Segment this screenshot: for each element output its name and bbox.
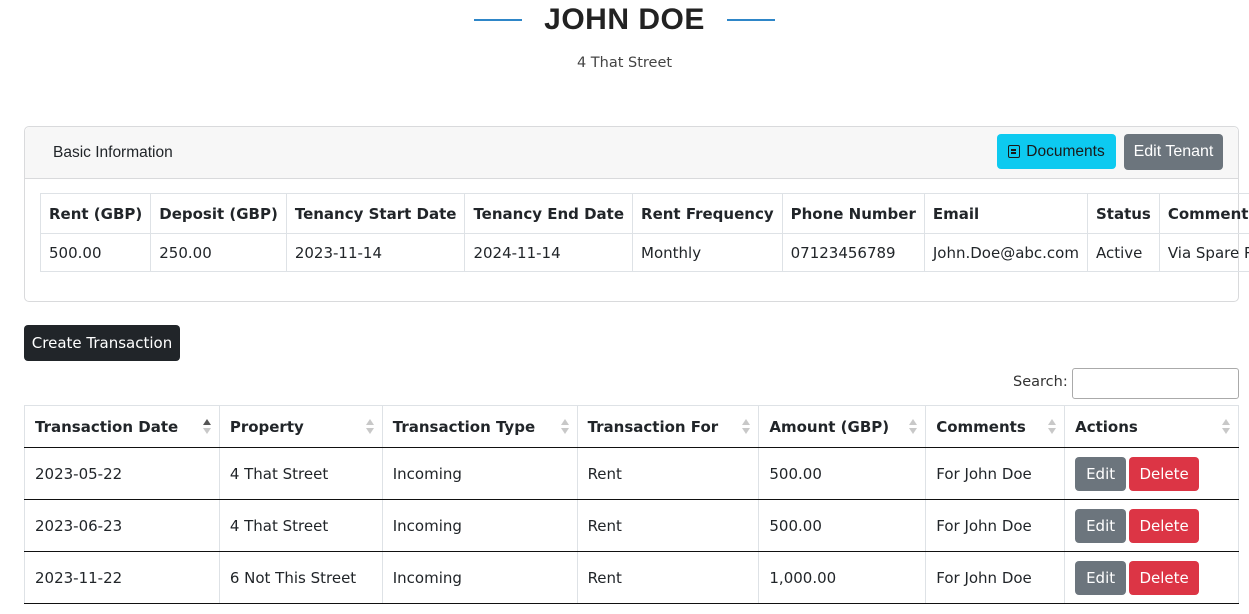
- deposit-value: 250.00: [150, 233, 287, 272]
- column-header-rent-frequency: Rent Frequency: [632, 193, 783, 234]
- document-edit-icon: [1008, 145, 1021, 158]
- card-title: Basic Information: [53, 144, 173, 161]
- transaction-date-cell: 2023-06-23: [24, 499, 220, 552]
- page-header: JOHN DOE 4 That Street: [0, 0, 1249, 71]
- column-header-email: Email: [923, 193, 1088, 234]
- delete-button[interactable]: Delete: [1129, 456, 1200, 491]
- table-row: 2023-05-22 4 That Street Incoming Rent 5…: [24, 447, 1239, 500]
- table-row: 2023-06-23 4 That Street Incoming Rent 5…: [24, 499, 1239, 552]
- column-header-label: Transaction Date: [35, 417, 179, 436]
- column-header-phone: Phone Number: [781, 193, 925, 234]
- tenancy-start-value: 2023-11-14: [285, 233, 466, 272]
- create-transaction-button[interactable]: Create Transaction: [24, 325, 180, 361]
- delete-button[interactable]: Delete: [1129, 508, 1200, 543]
- tenant-info-table: Rent (GBP) Deposit (GBP) Tenancy Start D…: [39, 193, 1249, 272]
- amount-cell: 1,000.00: [758, 551, 927, 604]
- column-header-tenancy-end: Tenancy End Date: [464, 193, 634, 234]
- column-header-deposit: Deposit (GBP): [150, 193, 287, 234]
- column-header-label: Transaction Type: [392, 417, 536, 436]
- column-header-comments: Comments: [1158, 193, 1249, 234]
- property-cell: 4 That Street: [218, 499, 383, 552]
- column-header-transaction-for[interactable]: Transaction For: [576, 405, 760, 448]
- actions-cell: Edit Delete: [1064, 499, 1239, 552]
- status-value: Active: [1086, 233, 1160, 272]
- page-title: JOHN DOE: [544, 3, 705, 36]
- sort-icon: [1048, 419, 1057, 435]
- amount-cell: 500.00: [758, 447, 927, 500]
- comments-value: Via Spare Room: [1158, 233, 1249, 272]
- delete-button[interactable]: Delete: [1129, 560, 1200, 595]
- column-header-tenancy-start: Tenancy Start Date: [285, 193, 466, 234]
- phone-value: 07123456789: [781, 233, 925, 272]
- comments-cell: For John Doe: [925, 499, 1066, 552]
- tenancy-end-value: 2024-11-14: [464, 233, 634, 272]
- transaction-date-cell: 2023-05-22: [24, 447, 220, 500]
- tenant-address: 4 That Street: [576, 55, 673, 71]
- comments-cell: For John Doe: [925, 551, 1066, 604]
- column-header-label: Amount (GBP): [769, 417, 890, 436]
- comments-cell: For John Doe: [925, 447, 1066, 500]
- documents-button[interactable]: Documents: [997, 134, 1116, 169]
- sort-ascending-icon: [202, 419, 211, 435]
- column-header-label: Comments: [936, 417, 1026, 436]
- transaction-type-cell: Incoming: [381, 551, 578, 604]
- documents-button-label: Documents: [1026, 142, 1105, 160]
- transaction-for-cell: Rent: [576, 551, 760, 604]
- column-header-rent: Rent (GBP): [39, 193, 152, 234]
- transactions-header-row: Transaction Date Property Transaction Ty…: [24, 405, 1239, 448]
- rent-frequency-value: Monthly: [632, 233, 783, 272]
- transaction-for-cell: Rent: [576, 499, 760, 552]
- column-header-transaction-date[interactable]: Transaction Date: [24, 405, 220, 448]
- rent-value: 500.00: [39, 233, 152, 272]
- transactions-table: Transaction Date Property Transaction Ty…: [24, 405, 1239, 604]
- column-header-label: Actions: [1075, 417, 1138, 436]
- transaction-for-cell: Rent: [576, 447, 760, 500]
- edit-button[interactable]: Edit: [1075, 508, 1127, 543]
- search-label: Search:: [1013, 374, 1068, 390]
- sort-icon: [742, 419, 751, 435]
- basic-information-card: Basic Information Documents Edit Tenant …: [24, 126, 1249, 302]
- column-header-comments[interactable]: Comments: [925, 405, 1066, 448]
- property-cell: 6 Not This Street: [218, 551, 383, 604]
- transaction-type-cell: Incoming: [381, 499, 578, 552]
- transaction-date-cell: 2023-11-22: [24, 551, 220, 604]
- title-row: JOHN DOE: [0, 0, 1249, 40]
- sort-icon: [1222, 419, 1230, 435]
- column-header-actions[interactable]: Actions: [1064, 405, 1239, 448]
- property-cell: 4 That Street: [218, 447, 383, 500]
- actions-cell: Edit Delete: [1064, 551, 1239, 604]
- email-value: John.Doe@abc.com: [923, 233, 1088, 272]
- amount-cell: 500.00: [758, 499, 927, 552]
- edit-tenant-button[interactable]: Edit Tenant: [1124, 134, 1223, 170]
- transaction-type-cell: Incoming: [381, 447, 578, 500]
- column-header-transaction-type[interactable]: Transaction Type: [381, 405, 578, 448]
- title-left-rule: [474, 19, 523, 21]
- table-row: 2023-11-22 6 Not This Street Incoming Re…: [24, 551, 1239, 604]
- sort-icon: [365, 419, 374, 435]
- search-input[interactable]: [1072, 368, 1239, 399]
- tenant-info-row: 500.00 250.00 2023-11-14 2024-11-14 Mont…: [39, 233, 1249, 272]
- column-header-label: Transaction For: [587, 417, 719, 436]
- column-header-property[interactable]: Property: [218, 405, 383, 448]
- sort-icon: [909, 419, 918, 435]
- actions-cell: Edit Delete: [1064, 447, 1239, 500]
- edit-button[interactable]: Edit: [1075, 456, 1127, 491]
- sort-icon: [560, 419, 569, 435]
- tenant-info-header-row: Rent (GBP) Deposit (GBP) Tenancy Start D…: [39, 193, 1249, 234]
- edit-button[interactable]: Edit: [1075, 560, 1127, 595]
- card-header: Basic Information Documents Edit Tenant: [25, 127, 1238, 179]
- column-header-status: Status: [1086, 193, 1160, 234]
- column-header-amount[interactable]: Amount (GBP): [758, 405, 927, 448]
- column-header-label: Property: [229, 417, 304, 436]
- title-right-rule: [726, 19, 775, 21]
